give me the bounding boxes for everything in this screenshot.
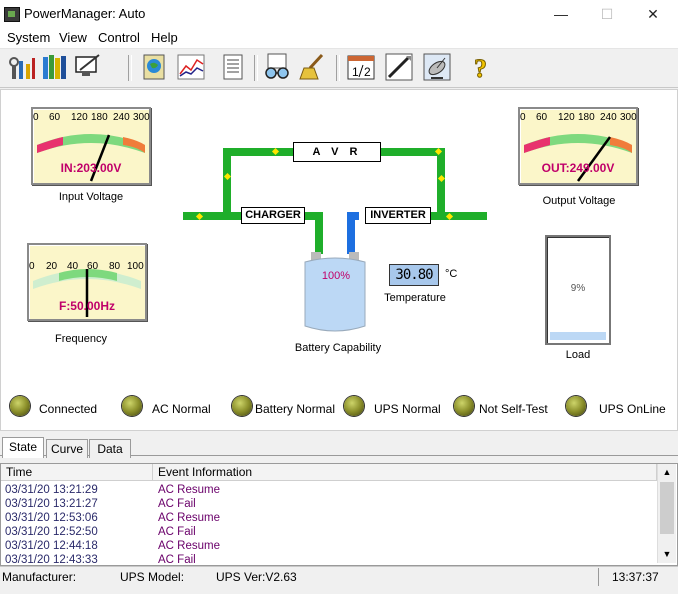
glasses-icon[interactable] [262, 52, 292, 82]
input-voltage-readout: IN:203.00V [60, 161, 122, 175]
menu-bar: System View Control Help [0, 28, 678, 49]
menu-help[interactable]: Help [151, 30, 178, 45]
temperature-display: 30.80 [389, 264, 439, 286]
column-header-event[interactable]: Event Information [153, 464, 657, 481]
window-title: PowerManager: Auto [24, 6, 146, 21]
tab-data[interactable]: Data [89, 439, 131, 458]
minimize-button[interactable]: — [538, 0, 584, 28]
status-bar: Manufacturer: UPS Model: UPS Ver:V2.63 1… [0, 566, 678, 589]
frequency-caption: Frequency [55, 333, 107, 345]
avr-bus-left [223, 148, 231, 220]
svg-text:2: 2 [364, 65, 371, 79]
statusbar-divider [598, 568, 605, 586]
title-bar: PowerManager: Auto — ☐ ✕ [0, 0, 678, 28]
battery-normal-label: Battery Normal [255, 402, 336, 416]
ac-normal-label: AC Normal [152, 402, 211, 416]
output-voltage-caption: Output Voltage [542, 195, 616, 207]
table-row[interactable]: 03/31/20 12:44:18 AC Resume [5, 539, 645, 553]
satellite-icon[interactable] [422, 52, 452, 82]
broom-icon[interactable] [298, 52, 328, 82]
clock-label: 13:37:37 [612, 570, 659, 584]
column-header-time[interactable]: Time [1, 464, 153, 481]
inverter-feed [347, 212, 355, 254]
ups-normal-led [344, 396, 364, 416]
tool-pen-icon[interactable] [384, 52, 414, 82]
avr-bus-right [437, 148, 445, 220]
output-voltage-readout: OUT:249.00V [541, 161, 615, 175]
load-caption: Load [565, 349, 591, 361]
menu-system[interactable]: System [7, 30, 50, 45]
load-percent: 9% [570, 283, 586, 294]
status-panel: 0 60 120 180 240 300 IN:203.00V Input Vo… [0, 89, 678, 431]
table-row[interactable]: 03/31/20 12:53:06 AC Resume [5, 511, 645, 525]
tab-curve[interactable]: Curve [46, 439, 88, 458]
connected-label: Connected [39, 402, 98, 416]
scroll-down-icon[interactable]: ▼ [658, 546, 676, 562]
connected-led [10, 396, 30, 416]
toolbar-separator [254, 55, 258, 81]
books-icon[interactable] [40, 52, 70, 82]
close-button[interactable]: ✕ [630, 0, 676, 28]
self-test-led [454, 396, 474, 416]
load-meter: 9% [545, 235, 611, 345]
ups-normal-label: UPS Normal [374, 402, 441, 416]
frequency-readout: F:50.00Hz [58, 299, 116, 313]
list-icon[interactable] [218, 52, 248, 82]
log-scrollbar[interactable]: ▲ ▼ [657, 464, 676, 563]
temperature-caption: Temperature [384, 292, 446, 304]
chart-icon[interactable] [176, 52, 206, 82]
scroll-thumb[interactable] [660, 482, 674, 534]
svg-text:?: ? [474, 54, 487, 82]
input-voltage-caption: Input Voltage [58, 191, 124, 203]
tools-icon[interactable] [8, 52, 38, 82]
app-icon [4, 7, 20, 22]
event-log: Time Event Information 03/31/20 13:21:29… [0, 463, 678, 566]
calendar-icon[interactable]: 12 [346, 52, 376, 82]
temperature-unit: °C [445, 268, 458, 280]
battery-icon [304, 252, 366, 332]
table-row[interactable]: 03/31/20 12:52:50 AC Fail [5, 525, 645, 539]
table-row[interactable]: 03/31/20 13:21:27 AC Fail [5, 497, 645, 511]
svg-text:1: 1 [352, 65, 359, 79]
frequency-gauge: 0 20 40 60 80 100 F:50.00Hz [27, 243, 147, 321]
avr-box: A V R [293, 142, 381, 162]
help-icon[interactable]: ? [468, 52, 498, 83]
inverter-box: INVERTER [365, 207, 431, 224]
ups-online-label: UPS OnLine [599, 402, 666, 416]
ups-online-led [566, 396, 586, 416]
scroll-up-icon[interactable]: ▲ [658, 464, 676, 480]
manufacturer-label: Manufacturer: [2, 570, 77, 584]
log-rows: 03/31/20 13:21:29 AC Resume 03/31/20 13:2… [5, 483, 645, 567]
model-label: UPS Model: [120, 570, 185, 584]
input-voltage-gauge: 0 60 120 180 240 300 IN:203.00V [31, 107, 151, 185]
monitor-edit-icon[interactable] [72, 52, 102, 82]
battery-percent: 100% [321, 270, 351, 282]
table-row[interactable]: 03/31/20 12:43:33 AC Fail [5, 553, 645, 567]
globe-icon[interactable] [140, 52, 170, 82]
load-fill [550, 332, 606, 340]
ac-normal-led [122, 396, 142, 416]
toolbar-separator [336, 55, 340, 81]
charger-box: CHARGER [241, 207, 305, 224]
table-row[interactable]: 03/31/20 13:21:29 AC Resume [5, 483, 645, 497]
charger-feed [315, 212, 323, 254]
toolbar: 12 ? [0, 49, 678, 88]
output-voltage-gauge: 0 60 120 180 240 300 OUT:249.00V [518, 107, 638, 185]
battery-caption: Battery Capability [294, 342, 382, 354]
tab-state[interactable]: State [2, 437, 44, 458]
toolbar-separator [128, 55, 132, 81]
maximize-button[interactable]: ☐ [584, 0, 630, 28]
version-label: UPS Ver:V2.63 [216, 570, 297, 584]
menu-control[interactable]: Control [98, 30, 140, 45]
menu-view[interactable]: View [59, 30, 87, 45]
self-test-label: Not Self-Test [479, 402, 548, 416]
battery-normal-led [232, 396, 252, 416]
